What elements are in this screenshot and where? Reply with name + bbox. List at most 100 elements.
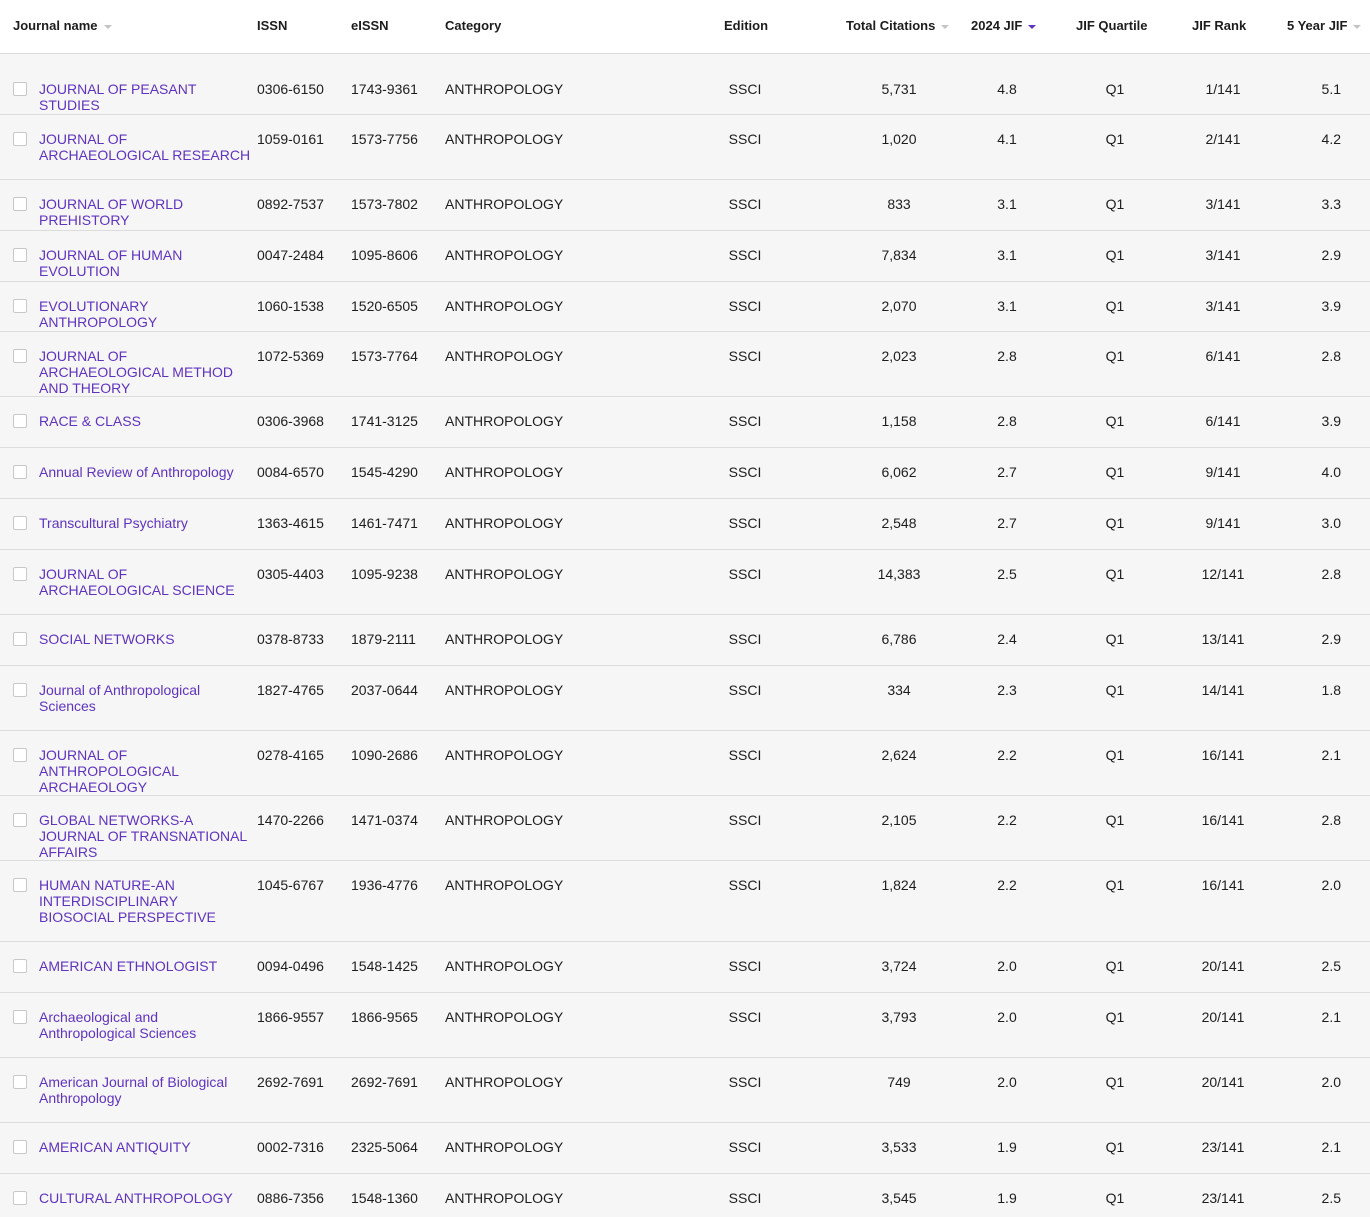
category-cell: ANTHROPOLOGY xyxy=(445,1139,564,1155)
sort-arrow-icon[interactable] xyxy=(1353,24,1362,29)
sort-active-arrow-icon[interactable] xyxy=(1028,24,1037,29)
eissn-cell: 1548-1425 xyxy=(351,958,418,974)
row-checkbox[interactable] xyxy=(13,1191,27,1205)
row-checkbox[interactable] xyxy=(13,132,27,146)
jif-cell: 2.8 xyxy=(997,413,1017,429)
journal-name-link[interactable]: JOURNAL OF ANTHROPOLOGICAL ARCHAEOLOGY xyxy=(39,747,255,795)
row-checkbox[interactable] xyxy=(13,1140,27,1154)
category-cell: ANTHROPOLOGY xyxy=(445,747,564,763)
five-year-jif-cell: 2.1 xyxy=(1321,1009,1341,1025)
issn-cell: 0306-3968 xyxy=(257,413,324,429)
journal-name-link[interactable]: HUMAN NATURE-AN INTERDISCIPLINARY BIOSOC… xyxy=(39,877,255,925)
edition-cell: SSCI xyxy=(728,131,762,147)
quartile-cell: Q1 xyxy=(1105,958,1125,974)
col-total-citations[interactable]: Total Citations xyxy=(846,18,950,34)
eissn-cell: 1879-2111 xyxy=(351,631,416,647)
journal-name-link[interactable]: JOURNAL OF WORLD PREHISTORY xyxy=(39,196,255,228)
col-issn: ISSN xyxy=(257,18,288,33)
journal-name-link[interactable]: Annual Review of Anthropology xyxy=(39,464,255,480)
row-checkbox[interactable] xyxy=(13,632,27,646)
category-cell: ANTHROPOLOGY xyxy=(445,812,564,828)
journal-name-link[interactable]: Transcultural Psychiatry xyxy=(39,515,255,531)
journal-name-link[interactable]: Archaeological and Anthropological Scien… xyxy=(39,1009,255,1041)
journal-name-link[interactable]: American Journal of Biological Anthropol… xyxy=(39,1074,255,1106)
col-five-year-jif[interactable]: 5 Year JIF xyxy=(1287,18,1362,34)
sort-arrow-icon[interactable] xyxy=(941,24,950,29)
table-row: Archaeological and Anthropological Scien… xyxy=(0,993,1370,1058)
row-checkbox[interactable] xyxy=(13,465,27,479)
quartile-cell: Q1 xyxy=(1105,247,1125,263)
citations-cell: 1,824 xyxy=(881,877,917,893)
row-checkbox[interactable] xyxy=(13,959,27,973)
jif-cell: 2.2 xyxy=(997,747,1017,763)
journal-name-link[interactable]: JOURNAL OF ARCHAEOLOGICAL METHOD AND THE… xyxy=(39,348,255,396)
row-checkbox[interactable] xyxy=(13,349,27,363)
jif-cell: 2.7 xyxy=(997,464,1017,480)
row-checkbox[interactable] xyxy=(13,813,27,827)
table-row: American Journal of Biological Anthropol… xyxy=(0,1058,1370,1123)
category-cell: ANTHROPOLOGY xyxy=(445,131,564,147)
col-jif-label: 2024 JIF xyxy=(971,18,1023,33)
quartile-cell: Q1 xyxy=(1105,81,1125,97)
row-checkbox[interactable] xyxy=(13,1075,27,1089)
row-checkbox[interactable] xyxy=(13,414,27,428)
eissn-cell: 1545-4290 xyxy=(351,464,418,480)
rank-cell: 16/141 xyxy=(1201,747,1245,763)
jif-cell: 2.5 xyxy=(997,566,1017,582)
col-total-citations-label: Total Citations xyxy=(846,18,936,33)
journal-name-link[interactable]: JOURNAL OF HUMAN EVOLUTION xyxy=(39,247,255,279)
issn-cell: 0047-2484 xyxy=(257,247,324,263)
issn-cell: 0378-8733 xyxy=(257,631,324,647)
journal-name-link[interactable]: AMERICAN ETHNOLOGIST xyxy=(39,958,255,974)
eissn-cell: 1573-7802 xyxy=(351,196,418,212)
row-checkbox[interactable] xyxy=(13,82,27,96)
table-header: Journal name ISSN eISSN Category Edition… xyxy=(0,0,1370,54)
eissn-cell: 2037-0644 xyxy=(351,682,418,698)
row-checkbox[interactable] xyxy=(13,748,27,762)
journal-name-link[interactable]: EVOLUTIONARY ANTHROPOLOGY xyxy=(39,298,255,330)
row-checkbox[interactable] xyxy=(13,878,27,892)
journal-name-link[interactable]: CULTURAL ANTHROPOLOGY xyxy=(39,1190,255,1206)
quartile-cell: Q1 xyxy=(1105,566,1125,582)
edition-cell: SSCI xyxy=(728,81,762,97)
citations-cell: 1,158 xyxy=(881,413,917,429)
journal-name-link[interactable]: SOCIAL NETWORKS xyxy=(39,631,255,647)
table-row: CULTURAL ANTHROPOLOGY 0886-7356 1548-1360 A… xyxy=(0,1174,1370,1217)
row-checkbox[interactable] xyxy=(13,683,27,697)
jif-cell: 2.2 xyxy=(997,877,1017,893)
row-checkbox[interactable] xyxy=(13,299,27,313)
row-checkbox[interactable] xyxy=(13,516,27,530)
journal-name-link[interactable]: Journal of Anthropological Sciences xyxy=(39,682,255,714)
table-row: Journal of Anthropological Sciences 1827-… xyxy=(0,666,1370,731)
five-year-jif-cell: 2.8 xyxy=(1321,812,1341,828)
jif-cell: 2.3 xyxy=(997,682,1017,698)
five-year-jif-cell: 2.1 xyxy=(1321,1139,1341,1155)
row-checkbox[interactable] xyxy=(13,1010,27,1024)
col-jif[interactable]: 2024 JIF xyxy=(971,18,1037,34)
row-checkbox[interactable] xyxy=(13,197,27,211)
quartile-cell: Q1 xyxy=(1105,298,1125,314)
category-cell: ANTHROPOLOGY xyxy=(445,464,564,480)
jif-cell: 2.0 xyxy=(997,958,1017,974)
issn-cell: 0084-6570 xyxy=(257,464,324,480)
eissn-cell: 1520-6505 xyxy=(351,298,418,314)
citations-cell: 7,834 xyxy=(881,247,917,263)
sort-arrow-icon[interactable] xyxy=(103,24,112,29)
five-year-jif-cell: 2.8 xyxy=(1321,566,1341,582)
journal-name-link[interactable]: RACE & CLASS xyxy=(39,413,255,429)
col-five-year-jif-label: 5 Year JIF xyxy=(1287,18,1348,33)
journal-name-link[interactable]: JOURNAL OF PEASANT STUDIES xyxy=(39,81,255,113)
journal-name-link[interactable]: JOURNAL OF ARCHAEOLOGICAL SCIENCE xyxy=(39,566,255,598)
journal-name-link[interactable]: AMERICAN ANTIQUITY xyxy=(39,1139,255,1155)
row-checkbox[interactable] xyxy=(13,567,27,581)
five-year-jif-cell: 3.9 xyxy=(1321,413,1341,429)
category-cell: ANTHROPOLOGY xyxy=(445,515,564,531)
edition-cell: SSCI xyxy=(728,196,762,212)
row-checkbox[interactable] xyxy=(13,248,27,262)
eissn-cell: 1090-2686 xyxy=(351,747,418,763)
journal-name-link[interactable]: JOURNAL OF ARCHAEOLOGICAL RESEARCH xyxy=(39,131,255,163)
citations-cell: 334 xyxy=(887,682,911,698)
col-journal-name[interactable]: Journal name xyxy=(13,18,112,34)
journal-name-link[interactable]: GLOBAL NETWORKS-A JOURNAL OF TRANSNATION… xyxy=(39,812,255,860)
citations-cell: 2,548 xyxy=(881,515,917,531)
